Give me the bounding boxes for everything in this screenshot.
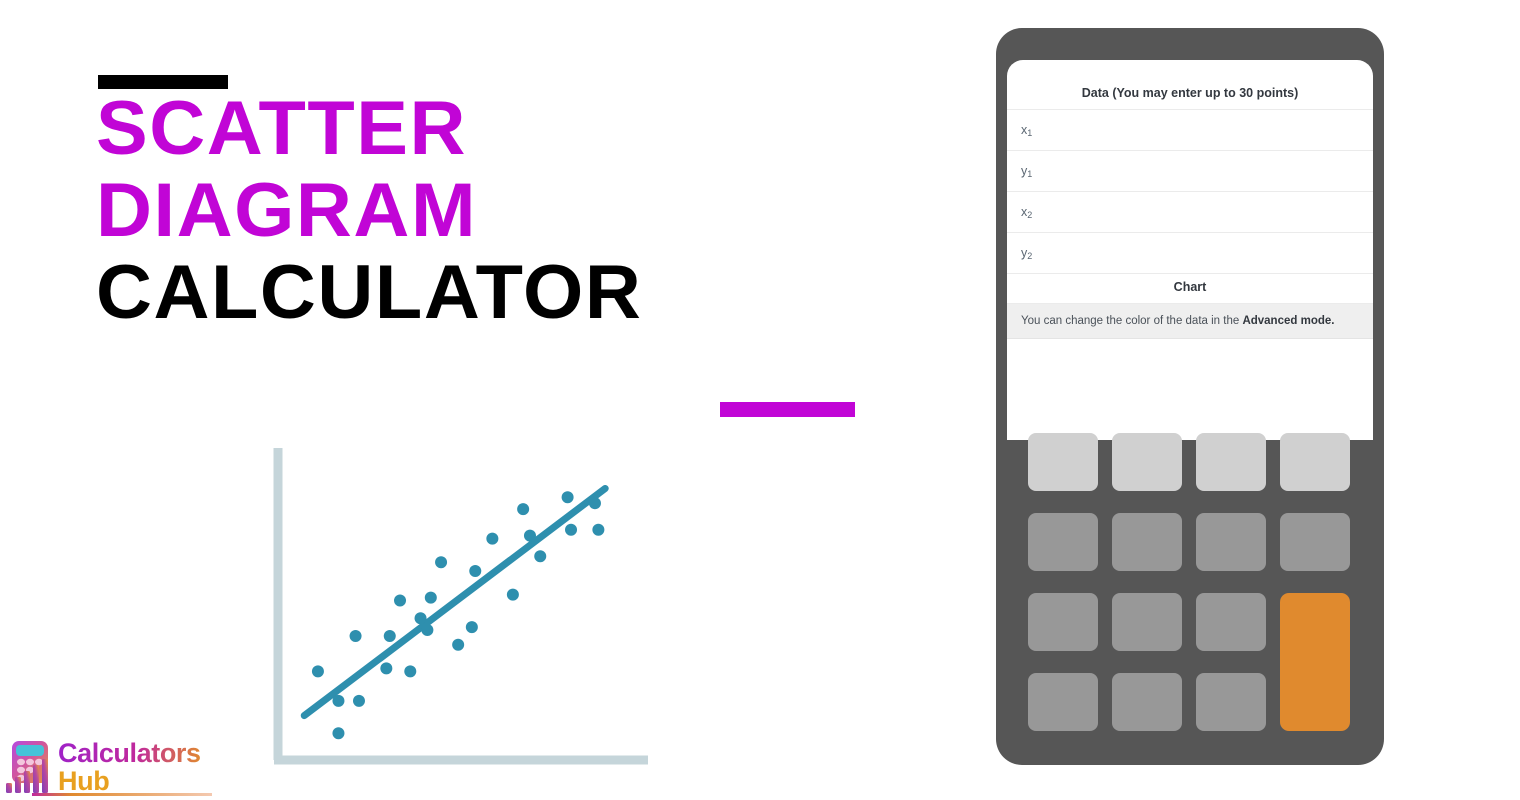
calculator-key-5[interactable] xyxy=(1028,513,1098,571)
logo-underline xyxy=(32,793,212,796)
calculator-key-12-equals[interactable] xyxy=(1280,593,1350,731)
logo-word-hub: Hub xyxy=(58,765,110,796)
scatter-point xyxy=(523,529,536,542)
title-line-1: Scatter xyxy=(96,86,468,171)
scatter-point xyxy=(383,629,396,642)
scatter-point xyxy=(452,638,465,651)
scatter-point xyxy=(332,694,345,707)
calculator-key-7[interactable] xyxy=(1196,513,1266,571)
scatter-point xyxy=(517,503,530,516)
scatter-point xyxy=(465,621,478,634)
logo-text: Calculators Hub xyxy=(58,737,201,796)
input-row-x2[interactable]: x2 xyxy=(1007,192,1373,233)
calculator-key-13[interactable] xyxy=(1028,673,1098,731)
field-label-x2: x2 xyxy=(1021,204,1033,220)
calculator-key-10[interactable] xyxy=(1112,593,1182,651)
field-label-x1: x1 xyxy=(1021,122,1033,138)
field-subscript-2: 2 xyxy=(1027,209,1033,220)
calculator-key-9[interactable] xyxy=(1028,593,1098,651)
field-subscript-2: 2 xyxy=(1027,250,1033,261)
field-label-y1: y1 xyxy=(1021,163,1033,179)
scatter-point xyxy=(349,629,362,642)
logo-word-calculators: Calculators xyxy=(58,737,201,768)
screen-bottom-spacer xyxy=(1007,339,1373,379)
note-prefix-text: You can change the color of the data in … xyxy=(1021,315,1243,327)
scatter-point xyxy=(414,612,427,625)
calculator-key-11[interactable] xyxy=(1196,593,1266,651)
advanced-mode-note: You can change the color of the data in … xyxy=(1007,304,1373,339)
calculator-key-2[interactable] xyxy=(1112,433,1182,491)
scatter-point xyxy=(424,591,437,604)
calculator-key-3[interactable] xyxy=(1196,433,1266,491)
input-row-y2[interactable]: y2 xyxy=(1007,233,1373,274)
scatter-point xyxy=(486,532,499,545)
calculator-key-14[interactable] xyxy=(1112,673,1182,731)
scatter-point xyxy=(534,550,547,563)
chart-section-heading: Chart xyxy=(1007,274,1373,304)
title-accent-bar-bottom xyxy=(720,402,855,417)
calculatorshub-logo[interactable]: Calculators Hub xyxy=(4,736,214,798)
scatter-point xyxy=(561,491,574,504)
calculator-keypad xyxy=(1028,433,1352,733)
field-label-y2: y2 xyxy=(1021,245,1033,261)
scatter-svg xyxy=(273,448,648,765)
title-line-2: Diagram xyxy=(96,168,478,253)
scatter-point xyxy=(506,588,519,601)
note-emphasis-text[interactable]: Advanced mode. xyxy=(1242,315,1334,327)
input-row-y1[interactable]: y1 xyxy=(1007,151,1373,192)
data-section-heading: Data (You may enter up to 30 points) xyxy=(1007,80,1373,110)
calculator-screen: Data (You may enter up to 30 points) x1 … xyxy=(1007,60,1373,440)
scatter-point xyxy=(352,694,365,707)
calculator-bars-logo-icon xyxy=(6,741,48,793)
title-line-3: Calculator xyxy=(96,250,643,335)
scatter-point xyxy=(565,523,578,536)
calculator-key-1[interactable] xyxy=(1028,433,1098,491)
trend-line xyxy=(300,484,609,720)
hero-panel: Scatter Diagram Calculator xyxy=(0,0,960,800)
input-row-x1[interactable]: x1 xyxy=(1007,110,1373,151)
scatter-point xyxy=(421,624,434,637)
page-title: Scatter Diagram Calculator xyxy=(96,88,896,334)
scatter-point xyxy=(311,665,324,678)
scatter-point xyxy=(394,594,407,607)
scatter-point xyxy=(380,662,393,675)
calculator-key-8[interactable] xyxy=(1280,513,1350,571)
calculator-key-6[interactable] xyxy=(1112,513,1182,571)
field-subscript-1: 1 xyxy=(1027,168,1033,179)
scatter-point xyxy=(592,523,605,536)
calculator-device: Data (You may enter up to 30 points) x1 … xyxy=(996,28,1384,765)
scatter-point xyxy=(435,556,448,569)
field-subscript-1: 1 xyxy=(1027,127,1033,138)
scatter-plot-illustration xyxy=(268,448,648,773)
scatter-point xyxy=(404,665,417,678)
scatter-point xyxy=(588,497,601,510)
scatter-point xyxy=(332,727,345,740)
calculator-key-4[interactable] xyxy=(1280,433,1350,491)
calculator-key-15[interactable] xyxy=(1196,673,1266,731)
scatter-points xyxy=(311,491,605,740)
scatter-point xyxy=(469,565,482,578)
